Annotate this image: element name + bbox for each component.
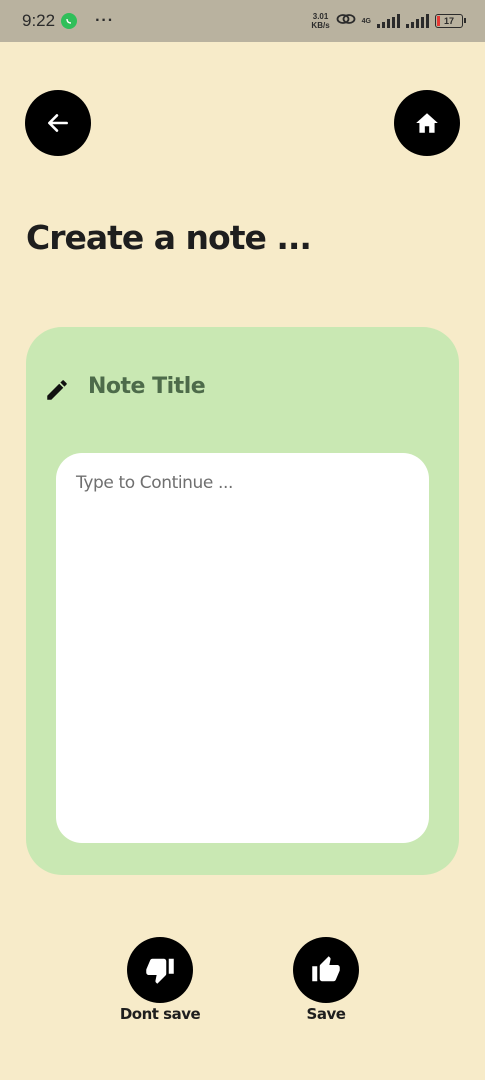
battery-icon: 17: [435, 14, 466, 28]
back-button[interactable]: [25, 90, 91, 156]
battery-level: 17: [443, 16, 454, 26]
save-button[interactable]: Save: [286, 937, 366, 1023]
page-title: Create a note ...: [26, 218, 312, 257]
note-body-placeholder: Type to Continue ...: [76, 473, 233, 493]
status-bar: 9:22 ··· 3.01 KB/s 4G 17: [0, 0, 485, 42]
dont-save-circle[interactable]: [127, 937, 193, 1003]
status-time: 9:22: [22, 11, 56, 30]
dont-save-button[interactable]: Dont save: [119, 937, 201, 1023]
arrow-left-icon: [48, 114, 68, 132]
status-left: 9:22 ···: [22, 11, 114, 31]
save-circle[interactable]: [293, 937, 359, 1003]
speed-value: 3.01: [312, 12, 329, 21]
more-notifications-icon: ···: [95, 12, 115, 29]
thumbs-down-icon: [146, 958, 174, 984]
network-type: 4G: [361, 17, 371, 25]
network-speed: 3.01 KB/s: [311, 12, 329, 30]
status-right: 3.01 KB/s 4G 17: [311, 11, 466, 31]
signal-icon: [377, 14, 400, 28]
home-button[interactable]: [394, 90, 460, 156]
save-label: Save: [306, 1005, 346, 1023]
speed-unit: KB/s: [311, 21, 330, 30]
note-title-input[interactable]: Note Title: [88, 374, 206, 399]
link-icon: [336, 11, 356, 31]
pencil-icon: [47, 380, 67, 400]
whatsapp-icon: [61, 13, 78, 29]
thumbs-up-icon: [312, 956, 340, 982]
note-body-input[interactable]: Type to Continue ...: [56, 453, 429, 843]
dont-save-label: Dont save: [119, 1005, 201, 1023]
create-note-screen: 9:22 ··· 3.01 KB/s 4G 17 Create a note .…: [0, 0, 485, 1080]
home-icon: [416, 113, 438, 133]
note-card: Note Title Type to Continue ...: [26, 327, 459, 875]
signal-icon-2: [406, 14, 429, 28]
